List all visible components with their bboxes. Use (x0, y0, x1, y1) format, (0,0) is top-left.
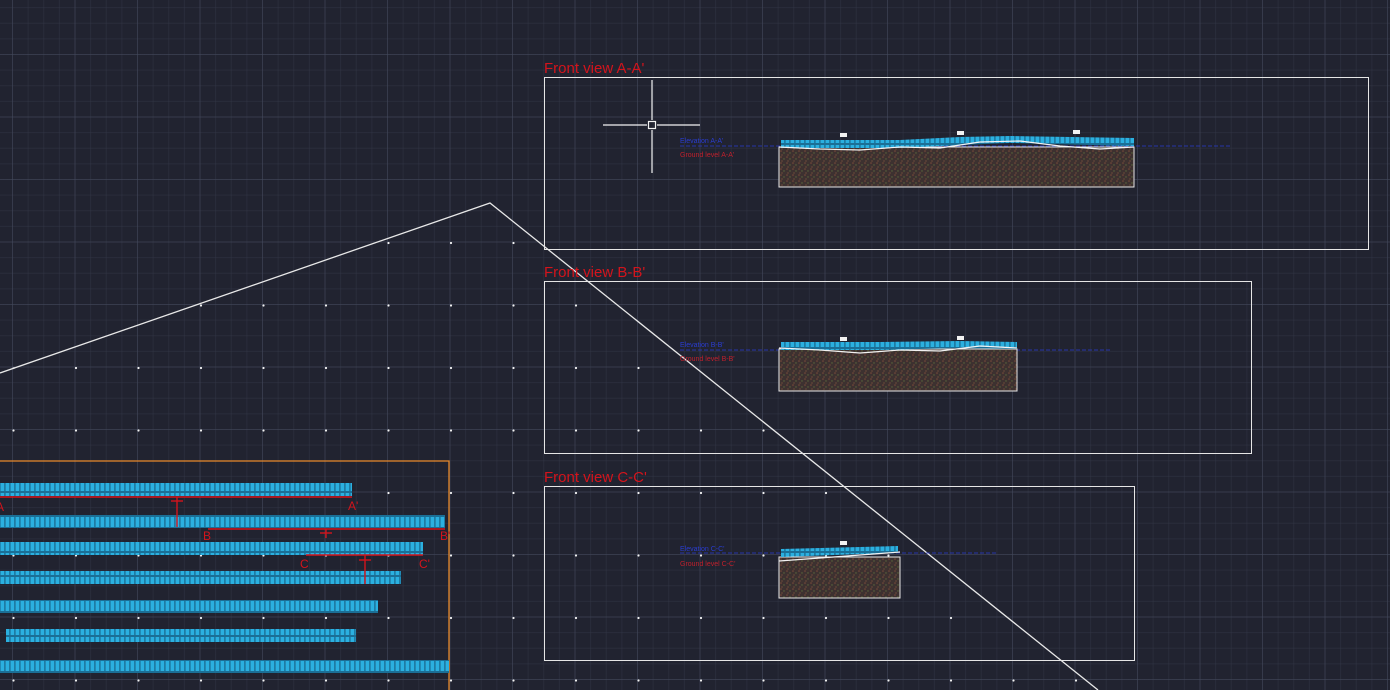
section-label-b-end: B' (440, 529, 450, 543)
profile-label-bottom-a: Ground level A-A' (680, 152, 734, 159)
crosshair-cursor-icon (603, 80, 700, 173)
soil-section-a[interactable] (778, 146, 1135, 188)
panel-row[interactable] (0, 515, 445, 528)
marker-b1 (840, 337, 847, 341)
front-view-a[interactable]: Front view A-A' Elevation A-A' Ground le… (544, 60, 1369, 250)
panel-row[interactable] (0, 600, 378, 613)
marker-b2 (957, 336, 964, 340)
profile-label-top-b: Elevation B-B' (680, 342, 724, 349)
panel-row[interactable] (6, 629, 356, 642)
marker-c1 (840, 541, 847, 545)
view-title-b: Front view B-B' (544, 264, 645, 281)
profile-label-top-a: Elevation A-A' (680, 138, 723, 145)
soil-section-c[interactable] (778, 556, 901, 599)
marker-a2 (957, 131, 964, 135)
profile-label-bottom-b: Ground level B-B' (680, 356, 735, 363)
section-label-a-start: A (0, 500, 4, 514)
section-label-c-end: C' (419, 557, 430, 571)
view-title-c: Front view C-C' (544, 469, 647, 486)
panel-row[interactable] (0, 542, 423, 555)
profile-label-top-c: Elevation C-C' (680, 546, 725, 553)
panel-row[interactable] (0, 571, 401, 584)
marker-a1 (840, 133, 847, 137)
panel-row[interactable] (0, 483, 352, 496)
marker-a3 (1073, 130, 1080, 134)
section-label-c-start: C (300, 557, 309, 571)
view-title-a: Front view A-A' (544, 60, 645, 77)
section-label-a-end: A' (348, 499, 358, 513)
soil-section-b[interactable] (778, 348, 1018, 392)
section-label-b-start: B (203, 529, 211, 543)
profile-label-bottom-c: Ground level C-C' (680, 561, 735, 568)
drawing-overlay[interactable]: A A' B B' C C' Front view A-A' Elevation… (0, 0, 1390, 690)
panel-row[interactable] (0, 660, 449, 673)
